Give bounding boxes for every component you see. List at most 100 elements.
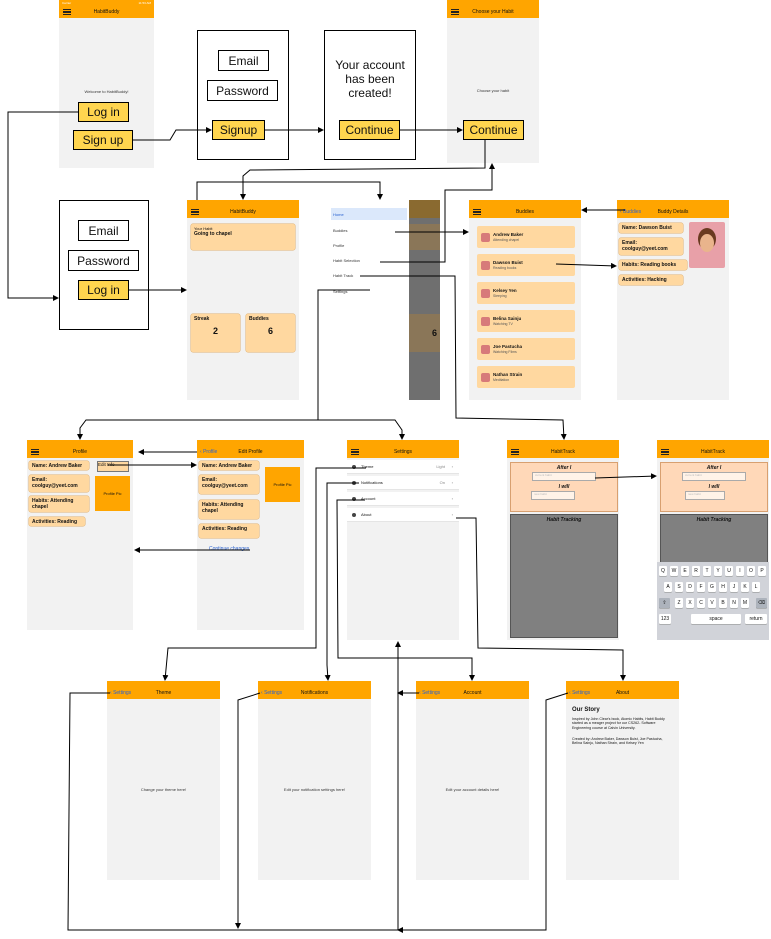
drawer-item-home[interactable]: Home xyxy=(333,212,344,217)
screen-title: Account xyxy=(463,690,482,696)
buddy-row[interactable]: Belina Sainju Watching TV xyxy=(477,310,575,332)
settings-row-about[interactable]: About › xyxy=(347,508,459,522)
keyboard-key[interactable]: P xyxy=(758,566,766,576)
back-button[interactable]: ‹ Settings xyxy=(569,690,590,696)
settings-row-notifications[interactable]: Notifications On › xyxy=(347,476,459,490)
keyboard-key[interactable]: V xyxy=(708,598,716,608)
back-button[interactable]: ‹ Profile xyxy=(200,449,217,455)
keyboard-key[interactable]: Q xyxy=(659,566,667,576)
edit-activities-field[interactable]: Activities: Reading xyxy=(199,524,259,538)
keyboard-key[interactable]: G xyxy=(708,582,716,592)
delete-icon[interactable]: ⌫ xyxy=(756,598,767,608)
buddy-row[interactable]: Joe Pastucha Watching Films xyxy=(477,338,575,360)
buddy-row[interactable]: Andrew Baker Attending chapel xyxy=(477,226,575,248)
keyboard-key[interactable]: A xyxy=(664,582,672,592)
signup-email-field[interactable]: Email xyxy=(218,50,269,71)
login-submit-button[interactable]: Log in xyxy=(78,280,129,300)
keyboard-key[interactable]: 123 xyxy=(659,614,671,624)
drawer-item-buddies[interactable]: Buddies xyxy=(333,228,347,233)
keyboard-key[interactable]: C xyxy=(697,598,705,608)
back-button[interactable]: ‹ Settings xyxy=(110,690,131,696)
keyboard-key[interactable]: E xyxy=(681,566,689,576)
back-button[interactable]: ‹ Settings xyxy=(261,690,282,696)
keyboard-key[interactable]: F xyxy=(697,582,705,592)
drawer-item-habit-selection[interactable]: Habit Selection xyxy=(333,258,360,263)
hamburger-icon[interactable] xyxy=(191,209,199,215)
will-input[interactable]: new habit xyxy=(685,491,725,500)
back-label: Settings xyxy=(264,690,283,696)
hamburger-icon[interactable] xyxy=(63,9,71,15)
keyboard-key[interactable]: X xyxy=(686,598,694,608)
hamburger-icon[interactable] xyxy=(473,209,481,215)
keyboard-key[interactable]: S xyxy=(675,582,683,592)
buddy-row[interactable]: Nathan Strain Meditation xyxy=(477,366,575,388)
back-button[interactable]: ‹ Settings xyxy=(419,690,440,696)
settings-row-account[interactable]: Account › xyxy=(347,492,459,506)
edit-habits-field[interactable]: Habits: Attending chapel xyxy=(199,500,259,519)
created-continue-button[interactable]: Continue xyxy=(339,120,400,140)
habit-track-keyboard-screen: HabitTrack After I current habit I will … xyxy=(657,440,769,640)
habit-tracking-panel: Habit Tracking xyxy=(510,514,618,638)
edit-name-field[interactable]: Name: Andrew Baker xyxy=(199,461,259,470)
habit-card[interactable]: Your Habit Going to chapel xyxy=(191,224,295,250)
keyboard-key[interactable]: W xyxy=(670,566,678,576)
signup-button[interactable]: Sign up xyxy=(73,130,133,150)
hamburger-icon[interactable] xyxy=(31,449,39,455)
keyboard-key[interactable]: O xyxy=(747,566,755,576)
habit-track-screen: HabitTrack After I current habit I will … xyxy=(507,440,619,640)
buddy-row[interactable]: Dawson Buist Reading books xyxy=(477,254,575,276)
keyboard-key[interactable]: L xyxy=(752,582,760,592)
screen-title: HabitBuddy xyxy=(93,9,120,15)
login-password-field[interactable]: Password xyxy=(68,250,139,271)
keyboard-key[interactable]: K xyxy=(741,582,749,592)
back-label: Settings xyxy=(113,690,132,696)
keyboard-key[interactable]: R xyxy=(692,566,700,576)
buddy-row[interactable]: Kelsey Yen Sleeping xyxy=(477,282,575,304)
screen-title: Profile xyxy=(72,449,88,455)
profile-name: Name: Andrew Baker xyxy=(29,461,89,470)
notifications-screen: ‹ Settings Notifications Edit your notifi… xyxy=(258,681,371,880)
login-button[interactable]: Log in xyxy=(78,102,129,122)
keyboard-key[interactable]: Y xyxy=(714,566,722,576)
edit-profile-pic[interactable]: Profile Pic xyxy=(265,467,300,502)
account-created-message: Your account has been created! xyxy=(335,58,405,100)
keyboard-key[interactable]: return xyxy=(745,614,767,624)
hamburger-icon[interactable] xyxy=(511,449,519,455)
drawer-item-habit-track[interactable]: Habit Track xyxy=(333,273,353,278)
after-input[interactable]: current habit xyxy=(532,472,596,481)
back-button[interactable]: ‹ Buddies xyxy=(620,209,641,215)
keyboard-key[interactable]: J xyxy=(730,582,738,592)
will-input[interactable]: new habit xyxy=(531,491,575,500)
drawer-item-settings[interactable]: Settings xyxy=(333,289,347,294)
hamburger-icon[interactable] xyxy=(661,449,669,455)
buddies-count-card[interactable]: Buddies 6 xyxy=(246,314,295,352)
signup-password-field[interactable]: Password xyxy=(207,80,278,101)
hamburger-icon[interactable] xyxy=(451,9,459,15)
keyboard-key[interactable]: T xyxy=(703,566,711,576)
habit-value: Going to chapel xyxy=(194,231,232,237)
edit-info-button[interactable]: Edit Info xyxy=(97,461,129,472)
keyboard-key[interactable]: space xyxy=(691,614,741,624)
keyboard-key[interactable]: H xyxy=(719,582,727,592)
shift-icon[interactable]: ⇧ xyxy=(659,598,670,608)
buddy-habit: Meditation xyxy=(493,378,510,382)
keyboard-key[interactable]: I xyxy=(736,566,744,576)
signup-submit-button[interactable]: Signup xyxy=(212,120,265,140)
keyboard-key[interactable]: Z xyxy=(675,598,683,608)
keyboard-key[interactable]: M xyxy=(741,598,749,608)
keyboard-key[interactable]: U xyxy=(725,566,733,576)
keyboard-key[interactable]: N xyxy=(730,598,738,608)
streak-card[interactable]: Streak 2 xyxy=(191,314,240,352)
tracking-label: Habit Tracking xyxy=(546,517,582,523)
keyboard-key[interactable]: B xyxy=(719,598,727,608)
drawer-item-profile[interactable]: Profile xyxy=(333,243,344,248)
settings-row-theme[interactable]: Theme Light › xyxy=(347,460,459,474)
choose-habit-continue-button[interactable]: Continue xyxy=(463,120,524,140)
keyboard-key[interactable]: D xyxy=(686,582,694,592)
login-email-field[interactable]: Email xyxy=(78,220,129,241)
edit-email-card[interactable]: Email: coolguy@yeet.com xyxy=(199,475,259,494)
hamburger-icon[interactable] xyxy=(351,449,359,455)
screen-title: Notifications xyxy=(300,690,329,696)
continue-changes-link[interactable]: Continue changes xyxy=(209,546,249,552)
after-input[interactable]: current habit xyxy=(682,472,746,481)
